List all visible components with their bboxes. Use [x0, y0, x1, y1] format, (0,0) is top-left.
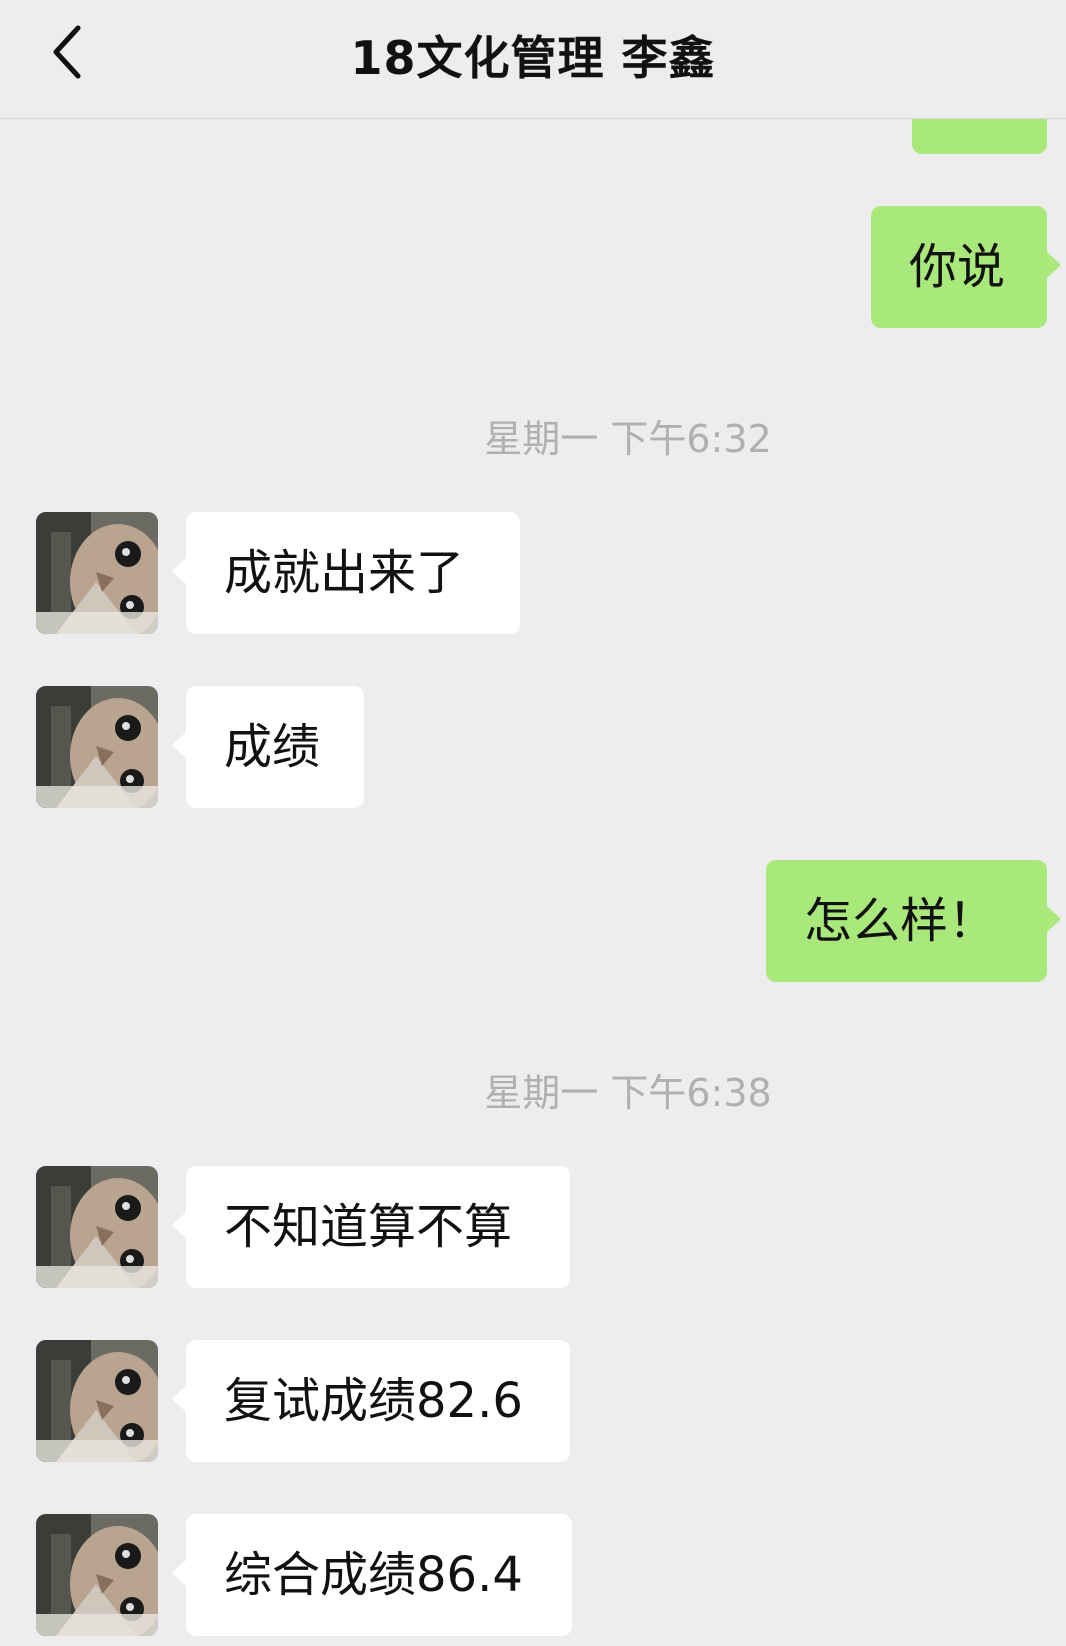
message-text: 综合成绩86.4 [224, 1547, 523, 1603]
cat-avatar-icon [36, 1340, 158, 1462]
message-text: 成绩 [224, 719, 321, 775]
message-text: 成就出来了 [224, 545, 465, 601]
timestamp-text: 星期一 下午6:32 [484, 417, 772, 461]
message-text: 不知道算不算 [224, 1199, 513, 1255]
message-text: 你说 [909, 239, 1006, 295]
message-bubble-incoming[interactable]: 成绩 [172, 686, 364, 808]
cat-avatar-icon [36, 1166, 158, 1288]
chat-title: 18文化管理 李鑫 [350, 31, 716, 85]
timestamp: 星期一 下午6:32 [0, 408, 1066, 463]
message-bubble-outgoing[interactable]: 怎么样！ [766, 860, 1061, 982]
message-bubble-incoming[interactable]: 综合成绩86.4 [172, 1514, 572, 1636]
contact-avatar[interactable] [36, 1166, 158, 1288]
timestamp: 星期一 下午6:38 [0, 1062, 1066, 1117]
contact-avatar[interactable] [36, 1514, 158, 1636]
timestamp-text: 星期一 下午6:38 [484, 1071, 772, 1115]
navigation-bar: 18文化管理 李鑫 [0, 0, 1066, 119]
contact-avatar[interactable] [36, 1340, 158, 1462]
contact-avatar[interactable] [36, 512, 158, 634]
message-bubble-incoming[interactable]: 不知道算不算 [172, 1166, 570, 1288]
cat-avatar-icon [36, 686, 158, 808]
contact-avatar[interactable] [36, 686, 158, 808]
message-text: 怎么样！ [804, 893, 997, 949]
chat-area[interactable]: 你说 星期一 下午6:32 成就出来了 成绩 怎么样！ 星期一 下午6:38 不… [0, 0, 1066, 1646]
cat-avatar-icon [36, 1514, 158, 1636]
message-bubble-incoming[interactable]: 成就出来了 [172, 512, 520, 634]
message-bubble-outgoing[interactable]: 你说 [871, 206, 1061, 328]
message-text: 复试成绩82.6 [224, 1373, 523, 1429]
message-bubble-incoming[interactable]: 复试成绩82.6 [172, 1340, 570, 1462]
cat-avatar-icon [36, 512, 158, 634]
